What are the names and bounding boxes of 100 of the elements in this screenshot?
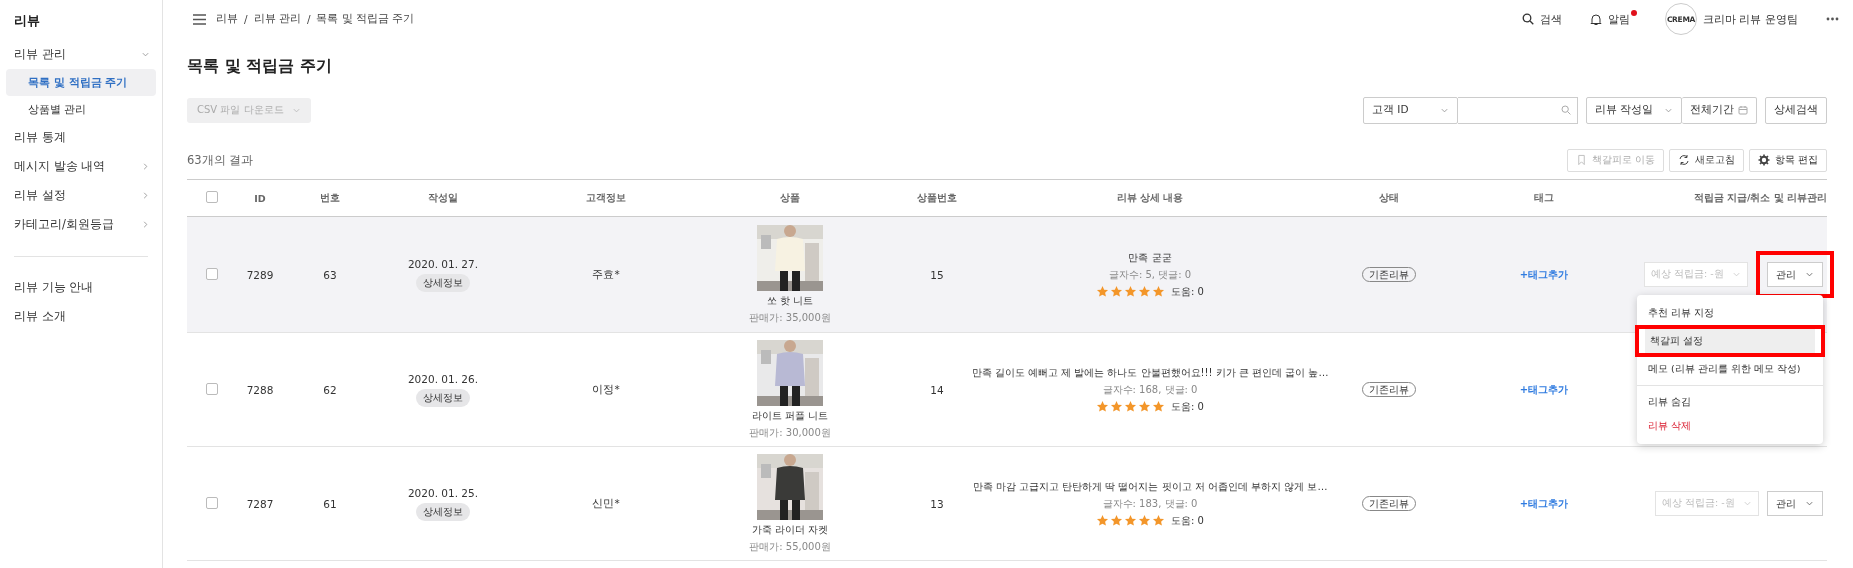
date-text: 2020. 01. 27. <box>407 257 479 270</box>
advanced-search-button[interactable]: 상세검색 <box>1765 96 1827 124</box>
product-name: 라이트 퍼플 니트 <box>751 408 829 423</box>
calendar-icon <box>1738 105 1748 115</box>
table-cell-text: 7287 <box>245 497 275 510</box>
helpful-count: 도움: 0 <box>1171 284 1204 299</box>
bookmark-icon <box>1575 154 1587 166</box>
star-icon <box>1152 400 1166 413</box>
table-cell-text: 이정* <box>591 382 621 397</box>
alerts-link[interactable]: 알림 <box>1608 11 1630 27</box>
breadcrumb-item[interactable]: 리뷰 관리 <box>253 12 301 26</box>
star-icon <box>1124 514 1138 527</box>
column-header: 상품번호 <box>916 191 958 205</box>
search-link[interactable]: 검색 <box>1540 11 1562 27</box>
add-tag-link[interactable]: +태그추가 <box>1519 497 1569 509</box>
account-name[interactable]: 크리마 리뷰 운영팀 <box>1703 11 1798 27</box>
star-icon <box>1138 400 1152 413</box>
breadcrumb-item[interactable]: 목록 및 적립금 주기 <box>316 12 415 26</box>
more-icon[interactable] <box>1826 17 1839 21</box>
chevron-icon <box>1743 499 1752 508</box>
date-select[interactable]: 리뷰 작성일 <box>1586 96 1682 124</box>
chevron-icon <box>1805 499 1814 508</box>
table-cell-text: 15 <box>929 268 945 281</box>
review-text[interactable]: 만족 굳굳 <box>1128 250 1172 265</box>
star-icon <box>1138 285 1152 298</box>
sidebar-item[interactable]: 리뷰 통계 <box>6 123 156 152</box>
row-checkbox[interactable] <box>206 496 218 509</box>
star-icon <box>1096 400 1110 413</box>
manage-button[interactable]: 관리 <box>1767 491 1823 516</box>
table-cell-text: 14 <box>929 383 945 396</box>
product-name: 가죽 라이더 자켓 <box>751 522 829 537</box>
product-name: 쏘 핫 니트 <box>766 293 814 308</box>
refresh-icon <box>1677 154 1690 166</box>
row-checkbox[interactable] <box>206 382 218 395</box>
search-icon <box>1561 105 1571 115</box>
column-header: 고객정보 <box>585 191 627 205</box>
bell-icon[interactable] <box>1590 12 1602 26</box>
page-title: 목록 및 적립금 주기 <box>187 54 333 77</box>
column-header: 상품 <box>779 191 801 205</box>
sidebar-item[interactable]: 리뷰 설정 <box>6 181 156 210</box>
period-picker[interactable]: 전체기간 <box>1682 96 1757 124</box>
table-cell-text: 신민* <box>591 496 621 511</box>
chevron-icon <box>1805 270 1814 279</box>
select-all-checkbox[interactable] <box>206 191 218 203</box>
review-text[interactable]: 만족 마감 고급지고 탄탄하게 딱 떨어지는 핏이고 저 어좁인데 부하지 않게 보… <box>972 479 1328 494</box>
sidebar-title: 리뷰 <box>13 12 41 30</box>
date-text: 2020. 01. 25. <box>407 486 479 499</box>
star-icon <box>1124 285 1138 298</box>
helpful-count: 도움: 0 <box>1171 399 1204 414</box>
product-price: 판매가: 55,000원 <box>749 539 831 554</box>
toolbar-button[interactable]: 항목 편집 <box>1748 148 1827 172</box>
table-cell-text: 주효* <box>591 267 621 282</box>
add-tag-link[interactable]: +태그추가 <box>1519 268 1569 280</box>
row-checkbox[interactable] <box>206 267 218 280</box>
column-header: 상태 <box>1378 191 1400 205</box>
table-cell-text: 7288 <box>245 383 275 396</box>
breadcrumb-item[interactable]: 리뷰 <box>216 12 238 26</box>
column-header: 리뷰 상세 내용 <box>1115 191 1185 205</box>
sidebar-item[interactable]: 카테고리/회원등급 <box>6 210 156 239</box>
manage-button[interactable]: 관리 <box>1767 262 1823 287</box>
review-meta: 글자수: 5, 댓글: 0 <box>1108 267 1192 282</box>
sidebar-item[interactable]: 리뷰 소개 <box>6 302 156 331</box>
date-text: 2020. 01. 26. <box>407 372 479 385</box>
key-select[interactable]: 고객 ID <box>1363 96 1458 124</box>
table-cell-text: 13 <box>929 497 945 510</box>
star-icon <box>1096 285 1110 298</box>
breadcrumb-separator: / <box>306 13 311 25</box>
sidebar-subitem[interactable]: 목록 및 적립금 주기 <box>6 69 156 96</box>
review-meta: 글자수: 183, 댓글: 0 <box>1102 496 1198 511</box>
column-header: 적립금 지급/취소 및 리뷰관리 <box>1692 191 1827 205</box>
gear-icon <box>1757 154 1770 166</box>
star-icon <box>1124 400 1138 413</box>
sidebar-item[interactable]: 리뷰 기능 안내 <box>6 273 156 302</box>
star-icon <box>1152 285 1166 298</box>
sidebar-item[interactable]: 메시지 발송 내역 <box>6 152 156 181</box>
menu-icon[interactable] <box>193 13 206 25</box>
table-cell-text: 63 <box>322 268 338 281</box>
column-header: 번호 <box>319 191 341 205</box>
product-price: 판매가: 35,000원 <box>749 310 831 325</box>
chevron-icon <box>1732 270 1741 279</box>
star-icon <box>1152 514 1166 527</box>
detail-tag[interactable]: 상세정보 <box>416 502 470 521</box>
menu-item[interactable]: 책갈피 설정 <box>1645 329 1815 353</box>
search-icon[interactable] <box>1522 13 1534 25</box>
search-field[interactable] <box>1458 96 1578 124</box>
star-icon <box>1110 514 1124 527</box>
sidebar-subitem[interactable]: 상품별 관리 <box>6 96 156 123</box>
detail-tag[interactable]: 상세정보 <box>416 388 470 407</box>
review-text[interactable]: 만족 길이도 예뻐고 제 발에는 하나도 안불편했어요!!! 키가 큰 편인데 굽이 높… <box>971 365 1329 380</box>
detail-tag[interactable]: 상세정보 <box>416 273 470 292</box>
helpful-count: 도움: 0 <box>1171 513 1204 528</box>
table-cell-text: 62 <box>322 383 338 396</box>
column-header: ID <box>253 192 267 204</box>
table-cell-text: 7289 <box>245 268 275 281</box>
star-icon <box>1138 514 1152 527</box>
add-tag-link[interactable]: +태그추가 <box>1519 383 1569 395</box>
toolbar-button[interactable]: 새로고침 <box>1668 148 1744 172</box>
sidebar-item[interactable]: 리뷰 관리 <box>6 40 156 69</box>
table-cell-text: 61 <box>322 497 338 510</box>
review-meta: 글자수: 168, 댓글: 0 <box>1102 382 1198 397</box>
